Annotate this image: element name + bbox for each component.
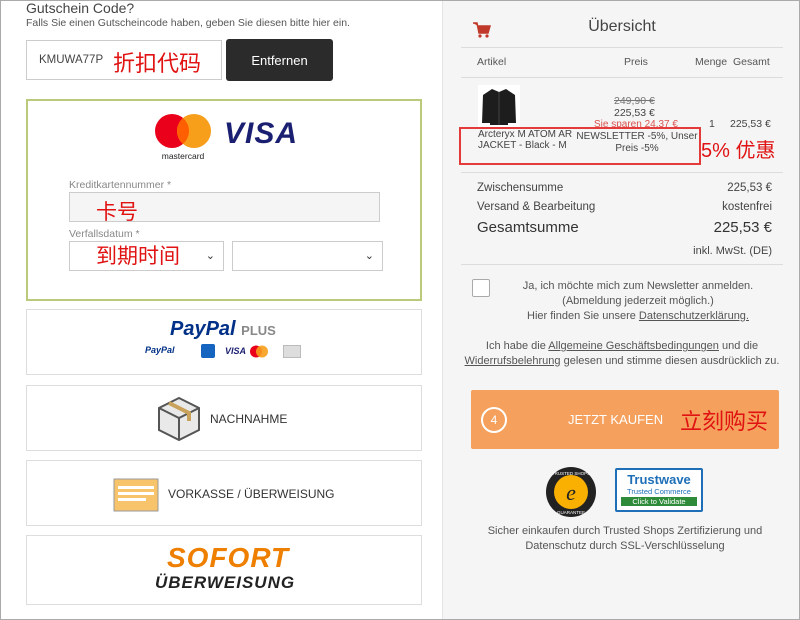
window-border	[0, 0, 800, 620]
